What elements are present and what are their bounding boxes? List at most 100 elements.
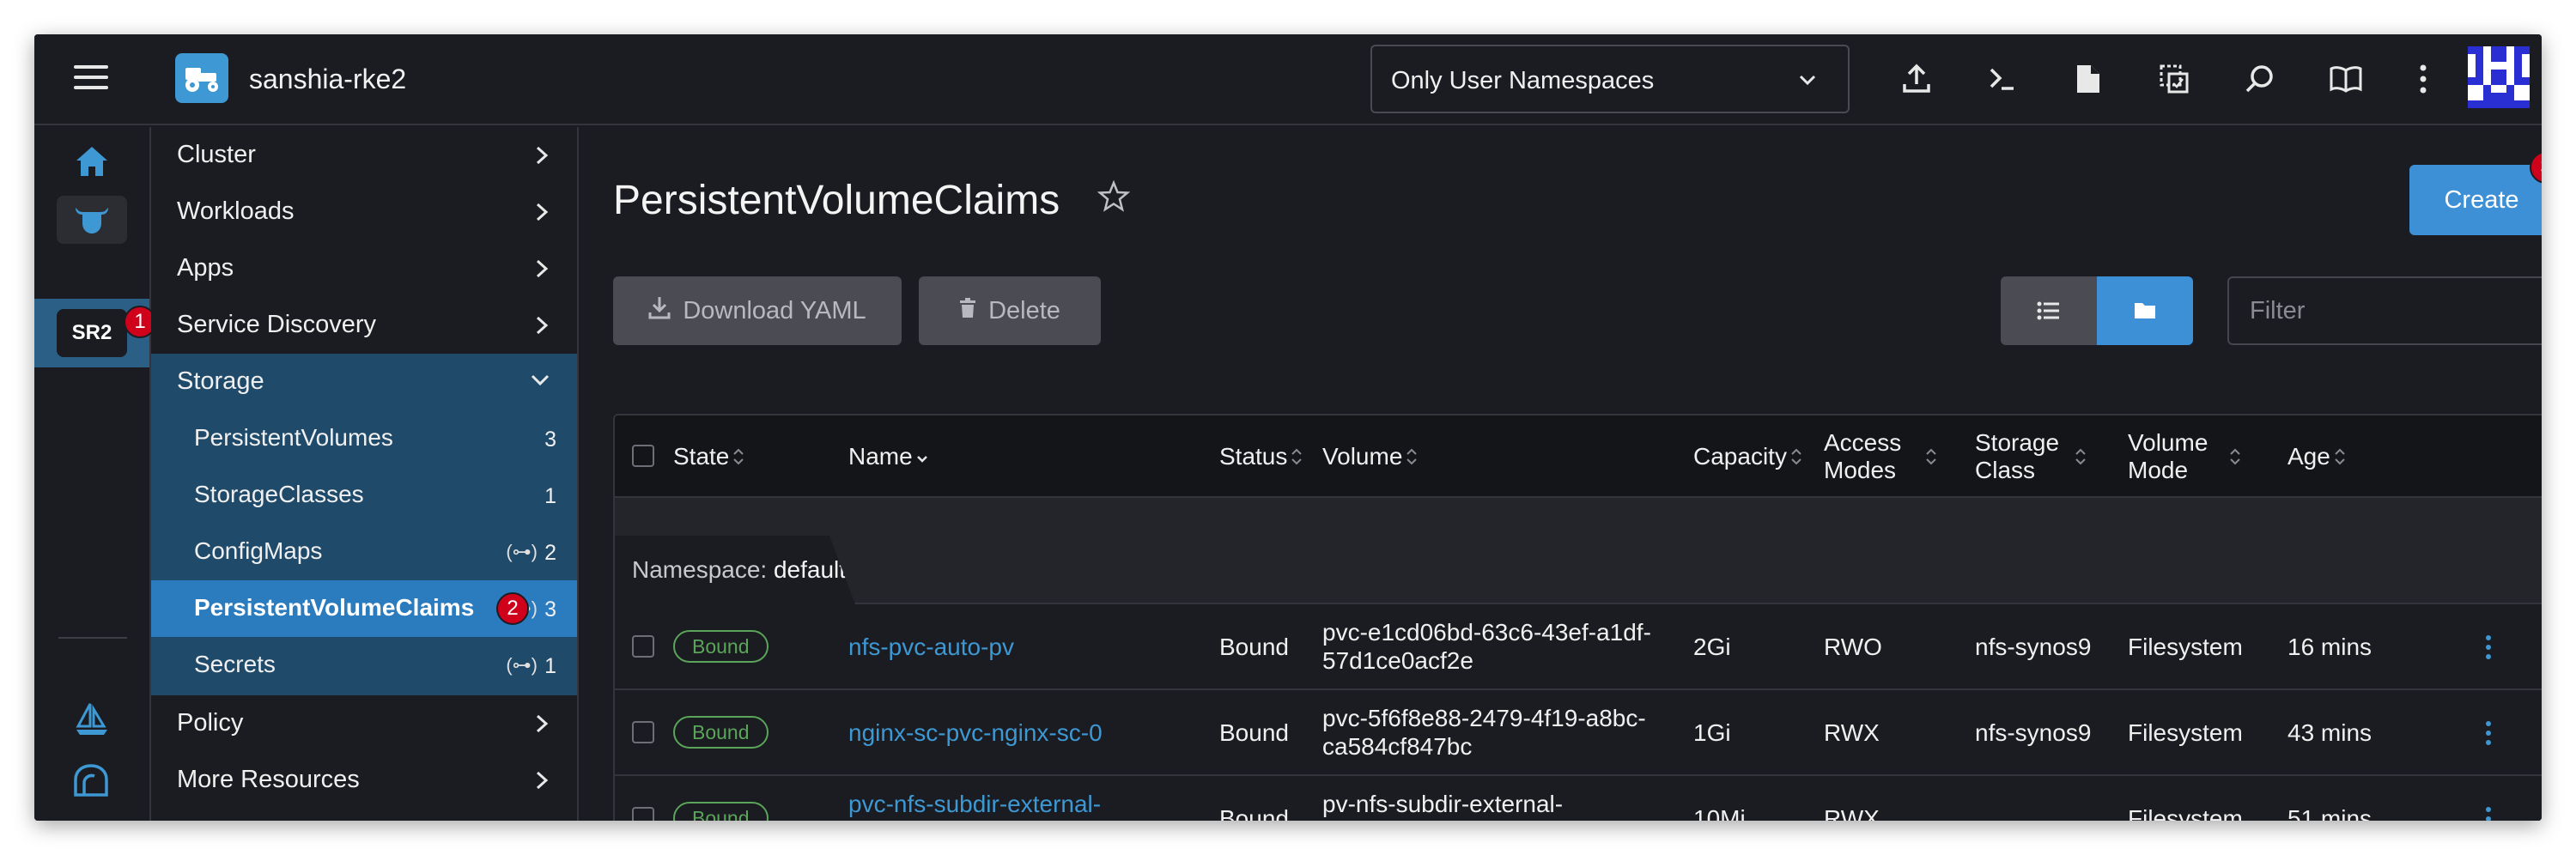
column-header-age[interactable]: Age: [2287, 443, 2346, 472]
row-checkbox[interactable]: [632, 721, 654, 743]
column-header-access-modes[interactable]: Access Modes: [1824, 429, 1901, 484]
cluster-explorer-icon[interactable]: [34, 185, 149, 254]
delete-button[interactable]: Delete: [919, 276, 1101, 345]
download-yaml-label: Download YAML: [683, 296, 866, 324]
create-button[interactable]: Create: [2409, 165, 2542, 235]
namespace-filter-value: Only User Namespaces: [1391, 67, 1655, 94]
access-modes-cell: RWX: [1824, 719, 1880, 746]
kubeconfig-download-icon[interactable]: [2069, 60, 2107, 98]
nav-item-cluster[interactable]: Cluster: [151, 127, 577, 184]
nav-item-configmaps[interactable]: ConfigMaps (⊶) 2: [151, 524, 577, 580]
age-cell: 16 mins: [2287, 634, 2372, 660]
chevron-right-icon: [532, 201, 551, 227]
column-header-status[interactable]: Status: [1219, 443, 1303, 472]
annotation-badge-2: 2: [496, 592, 529, 625]
table-row[interactable]: Bound nfs-pvc-auto-pv Bound pvc-e1cd06bd…: [615, 604, 2542, 690]
chevron-right-icon: [532, 258, 551, 284]
sailboat-icon[interactable]: [34, 685, 149, 754]
nav-item-storageclasses[interactable]: StorageClasses 1: [151, 467, 577, 524]
hamburger-menu-icon[interactable]: [74, 65, 108, 94]
table-header: State Name Status Volume Capacity Access…: [615, 415, 2542, 498]
column-header-state[interactable]: State: [673, 443, 744, 472]
group-value: default: [773, 556, 847, 583]
chevron-right-icon: [532, 144, 551, 171]
capacity-cell: 2Gi: [1693, 634, 1731, 660]
sort-icon: [1790, 445, 1802, 472]
row-checkbox[interactable]: [632, 807, 654, 821]
table-row[interactable]: Bound nginx-sc-pvc-nginx-sc-0 Bound pvc-…: [615, 690, 2542, 776]
nav-item-more-resources[interactable]: More Resources: [151, 752, 577, 809]
group-by-namespace-toggle[interactable]: [2097, 276, 2193, 345]
sort-icon: [1291, 445, 1303, 472]
row-checkbox[interactable]: [632, 635, 654, 658]
search-icon[interactable]: [2241, 60, 2279, 98]
pvc-name-link[interactable]: pvc-nfs-subdir-external-provisioner-4-17…: [848, 790, 1129, 821]
nav-item-label: More Resources: [177, 766, 360, 793]
namespace-filter-select[interactable]: Only User Namespaces: [1370, 45, 1850, 113]
pvc-name-link[interactable]: nfs-pvc-auto-pv: [848, 634, 1014, 661]
favorite-star-icon[interactable]: [1097, 179, 1131, 217]
select-all-checkbox[interactable]: [632, 445, 654, 467]
column-header-volume[interactable]: Volume: [1322, 443, 1418, 472]
nav-item-label: Secrets: [194, 651, 276, 677]
row-actions-kebab-icon[interactable]: [2478, 716, 2499, 750]
user-avatar[interactable]: [2468, 46, 2530, 108]
nav-item-label: PersistentVolumes: [194, 424, 393, 451]
column-header-name[interactable]: Name: [848, 443, 928, 472]
column-header-volume-mode[interactable]: Volume Mode: [2128, 429, 2208, 484]
status-badge: Bound: [673, 630, 769, 663]
table-row[interactable]: Bound pvc-nfs-subdir-external-provisione…: [615, 776, 2542, 821]
download-icon: [648, 295, 671, 326]
status-badge: Bound: [673, 716, 769, 749]
fleet-icon[interactable]: [34, 745, 149, 814]
kubectl-shell-icon[interactable]: [1984, 60, 2021, 98]
sort-icon: [1406, 445, 1418, 472]
more-menu-icon[interactable]: [2404, 60, 2442, 98]
access-modes-cell: RWO: [1824, 634, 1882, 660]
filter-input[interactable]: [2227, 276, 2542, 345]
pvc-name-link[interactable]: nginx-sc-pvc-nginx-sc-0: [848, 719, 1103, 747]
row-actions-kebab-icon[interactable]: [2478, 802, 2499, 821]
nav-item-service-discovery[interactable]: Service Discovery: [151, 297, 577, 354]
nav-item-storage[interactable]: Storage: [151, 354, 577, 410]
sort-icon[interactable]: [1925, 445, 1937, 472]
volume-mode-cell: Filesystem: [2128, 719, 2243, 746]
access-modes-cell: RWX: [1824, 805, 1880, 821]
nav-item-apps[interactable]: Apps: [151, 240, 577, 297]
row-actions-kebab-icon[interactable]: [2478, 630, 2499, 664]
nav-item-count: 1: [544, 654, 556, 678]
copy-kubeconfig-icon[interactable]: [2155, 60, 2193, 98]
nav-item-workloads[interactable]: Workloads: [151, 184, 577, 240]
import-yaml-icon[interactable]: [1898, 60, 1935, 98]
delete-label: Delete: [988, 296, 1060, 324]
chevron-down-icon: [529, 371, 551, 394]
side-navigation: Cluster Workloads Apps Service Discovery…: [151, 127, 579, 821]
namespace-group-tab: Namespace: default: [615, 536, 855, 604]
column-header-capacity[interactable]: Capacity: [1693, 443, 1802, 472]
volume-mode-cell: Filesystem: [2128, 805, 2243, 821]
column-header-storage-class[interactable]: Storage Class: [1975, 429, 2059, 484]
sort-icon[interactable]: [2229, 445, 2241, 472]
storage-class-cell: nfs-synos9: [1975, 634, 2092, 660]
sort-desc-icon: [916, 445, 928, 472]
app-window: sanshia-rke2 Only User Namespaces SR2 1 …: [34, 34, 2542, 821]
namespaced-icon: (⊶): [506, 654, 538, 676]
nav-item-persistentvolumes[interactable]: PersistentVolumes 3: [151, 410, 577, 467]
status-badge: Bound: [673, 802, 769, 821]
page-title: PersistentVolumeClaims: [613, 178, 1060, 223]
nav-item-secrets[interactable]: Secrets (⊶) 1: [151, 637, 577, 694]
nav-item-count: 2: [544, 541, 556, 565]
download-yaml-button[interactable]: Download YAML: [613, 276, 902, 345]
cluster-badge: SR2: [57, 309, 127, 357]
sort-icon[interactable]: [2075, 445, 2087, 472]
storage-group: Storage PersistentVolumes 3 StorageClass…: [151, 354, 577, 695]
top-header: sanshia-rke2 Only User Namespaces: [34, 34, 2542, 125]
flat-list-view-toggle[interactable]: [2001, 276, 2097, 345]
docs-book-icon[interactable]: [2327, 60, 2365, 98]
chevron-down-icon: [1796, 69, 1819, 95]
namespaced-icon: (⊶): [506, 541, 538, 562]
nav-item-label: Service Discovery: [177, 311, 377, 338]
cluster-name: sanshia-rke2: [249, 64, 407, 94]
cluster-tractor-icon: [175, 53, 228, 103]
nav-item-policy[interactable]: Policy: [151, 695, 577, 752]
